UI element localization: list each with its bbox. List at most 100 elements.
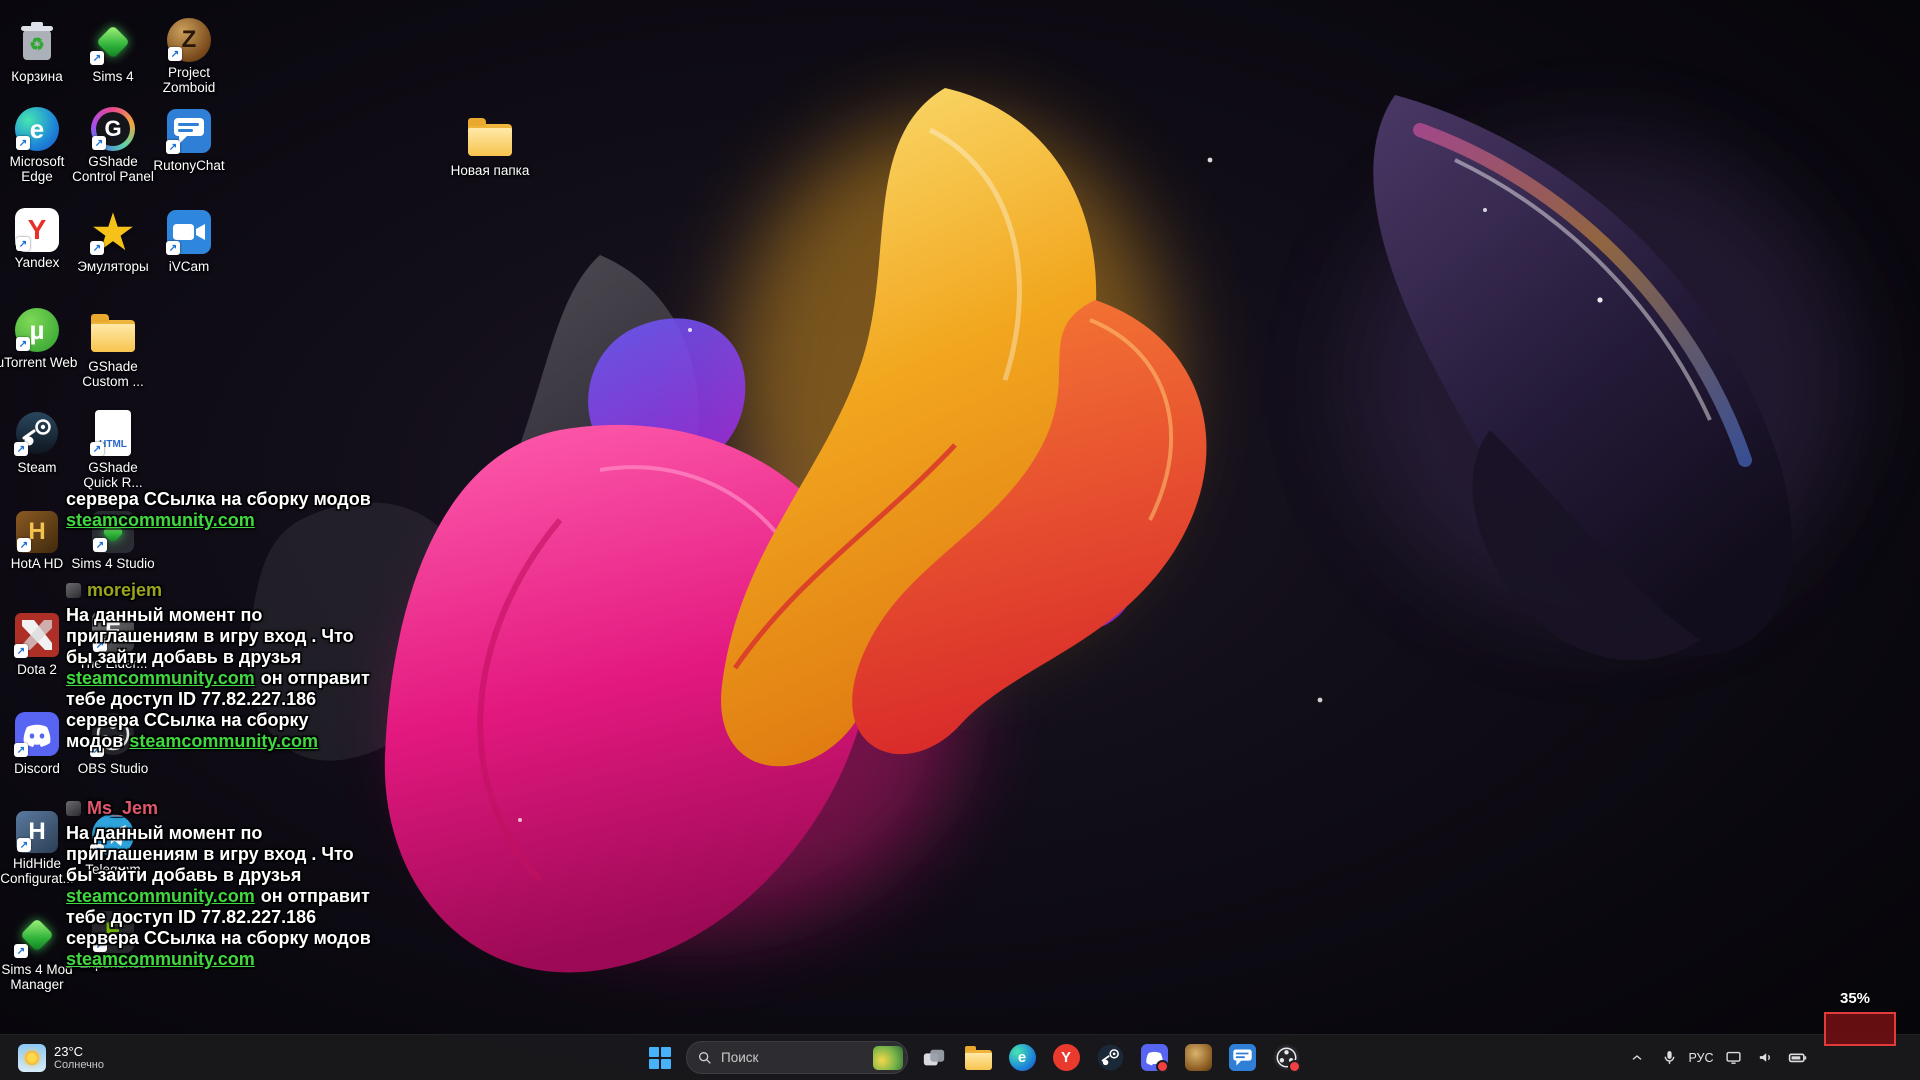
desktop-icon-utorrent-web[interactable]: µ uTorrent Web	[0, 308, 80, 370]
shortcut-arrow-icon	[14, 644, 28, 658]
chat-message-msjem: Ms_Jem На данный момент по приглашениям …	[66, 798, 371, 970]
desktop-icon-ivcam[interactable]: iVCam	[146, 208, 232, 274]
shortcut-arrow-icon	[166, 140, 180, 154]
chat-text: бы зайти добавь в друзья	[66, 647, 302, 667]
hota-icon: H	[16, 511, 58, 553]
chat-text: тебе доступ ID 77.82.227.186	[66, 689, 317, 709]
hidden-icons-button[interactable]	[1622, 1038, 1652, 1078]
chat-username: morejem	[87, 580, 163, 600]
chat-overlay-partial-message: сервера ССылка на сборку модов steamcomm…	[66, 489, 371, 531]
shortcut-arrow-icon	[90, 442, 104, 456]
monitor-icon	[1725, 1051, 1741, 1064]
chat-bubble-icon	[1228, 1044, 1256, 1071]
shortcut-arrow-icon	[14, 442, 28, 456]
discord-taskbar-button[interactable]	[1134, 1038, 1174, 1078]
icon-label: GShade Custom ...	[82, 359, 144, 390]
weather-widget[interactable]: 23°C Солнечно	[8, 1035, 114, 1080]
desktop-icon-project-zomboid[interactable]: Z Project Zomboid	[146, 18, 232, 95]
chat-link[interactable]: steamcommunity.com	[66, 949, 255, 970]
chat-text: бы зайти добавь в друзья	[66, 865, 302, 885]
start-button[interactable]	[640, 1038, 680, 1078]
chat-text: сервера ССылка на сборку модов	[66, 489, 371, 509]
edge-icon: e	[15, 107, 59, 151]
chat-link[interactable]: steamcommunity.com	[66, 668, 255, 689]
desktop-icon-gshade-quick[interactable]: HTML GShade Quick R...	[70, 409, 156, 490]
icon-label: Dota 2	[17, 662, 57, 677]
taskbar-search[interactable]	[686, 1041, 908, 1074]
shortcut-arrow-icon	[93, 538, 107, 552]
chat-text: На данный момент по	[66, 605, 263, 625]
task-view-button[interactable]	[914, 1038, 954, 1078]
dota2-icon	[13, 611, 61, 659]
battery-icon	[1788, 1053, 1806, 1063]
game-taskbar-button[interactable]	[1178, 1038, 1218, 1078]
search-icon	[699, 1051, 711, 1064]
chat-platform-badge-icon	[66, 583, 81, 598]
desktop-icon-sims4[interactable]: Sims 4	[70, 18, 156, 84]
desktop-icon-gshade-custom[interactable]: GShade Custom ...	[70, 308, 156, 389]
desktop-icon-gshade-control-panel[interactable]: G GShade Control Panel	[70, 107, 156, 184]
folder-icon	[89, 308, 137, 356]
yandex-icon: Y	[1052, 1044, 1080, 1071]
steam-icon	[13, 409, 61, 457]
icon-label: Project Zomboid	[162, 65, 216, 96]
icon-label: RutonyChat	[153, 158, 225, 173]
sims4-plumbob-icon	[89, 18, 137, 66]
chat-text: модов	[66, 731, 124, 751]
shortcut-arrow-icon	[90, 51, 104, 65]
weather-condition: Солнечно	[54, 1059, 104, 1071]
chat-text: приглашениям в игру вход . Что	[66, 626, 354, 646]
task-view-icon	[923, 1049, 945, 1065]
edge-icon: e	[1008, 1044, 1036, 1071]
steam-taskbar-button[interactable]	[1090, 1038, 1130, 1078]
yandex-taskbar-button[interactable]: Y	[1046, 1038, 1086, 1078]
volume-tray-button[interactable]	[1750, 1038, 1780, 1078]
sims4-mod-manager-icon	[13, 911, 61, 959]
language-indicator[interactable]: РУС	[1686, 1038, 1716, 1078]
icon-label: Sims 4 Studio	[71, 556, 155, 571]
camera-icon	[165, 208, 213, 256]
file-explorer-button[interactable]	[958, 1038, 998, 1078]
html-file-icon: HTML	[89, 409, 137, 457]
rutonychat-icon	[165, 107, 213, 155]
chat-text: сервера ССылка на сборку модов	[66, 928, 371, 948]
monitor-tray-button[interactable]	[1718, 1038, 1748, 1078]
capture-region-box	[1824, 1012, 1896, 1046]
chat-link[interactable]: steamcommunity.com	[129, 731, 318, 752]
desktop-icon-yandex[interactable]: Y Yandex	[0, 208, 80, 270]
shortcut-arrow-icon	[16, 136, 30, 150]
search-highlight-image[interactable]	[873, 1045, 903, 1070]
recycle-bin-icon: ♻	[13, 18, 61, 66]
taskbar: 23°C Солнечно e Y	[0, 1034, 1920, 1080]
chat-link[interactable]: steamcommunity.com	[66, 510, 255, 531]
project-zomboid-icon: Z	[167, 18, 211, 62]
shortcut-arrow-icon	[14, 743, 28, 757]
icon-label: GShade Control Panel	[72, 154, 154, 185]
icon-label: Новая папка	[450, 163, 530, 178]
chat-text: сервера ССылка на сборку	[66, 710, 309, 730]
desktop: ♻ Корзина Sims 4 Z Project Zomboid e Mic…	[0, 0, 1920, 1080]
desktop-icon-recycle-bin[interactable]: ♻ Корзина	[0, 18, 80, 84]
desktop-icon-rutonychat[interactable]: RutonyChat	[146, 107, 232, 173]
shortcut-arrow-icon	[166, 241, 180, 255]
desktop-icon-steam[interactable]: Steam	[0, 409, 80, 475]
desktop-icon-emulators[interactable]: ★ Эмуляторы	[70, 206, 156, 274]
desktop-icon-new-folder[interactable]: Новая папка	[447, 112, 533, 178]
microphone-tray-button[interactable]	[1654, 1038, 1684, 1078]
rutonychat-taskbar-button[interactable]	[1222, 1038, 1262, 1078]
weather-temperature: 23°C	[54, 1044, 84, 1059]
search-input[interactable]	[719, 1049, 853, 1066]
edge-taskbar-button[interactable]: e	[1002, 1038, 1042, 1078]
microphone-icon	[1664, 1051, 1674, 1064]
weather-sun-icon	[18, 1043, 46, 1072]
obs-taskbar-button[interactable]	[1266, 1038, 1306, 1078]
chat-link[interactable]: steamcommunity.com	[66, 886, 255, 907]
star-icon: ★	[89, 206, 137, 258]
yandex-icon: Y	[15, 208, 59, 252]
desktop-icon-microsoft-edge[interactable]: e Microsoft Edge	[0, 107, 80, 184]
steam-icon	[1097, 1044, 1123, 1071]
icon-label: Discord	[14, 761, 60, 776]
battery-tray-button[interactable]	[1782, 1038, 1812, 1078]
icon-label: Yandex	[14, 255, 60, 270]
notification-dot	[1156, 1059, 1169, 1073]
